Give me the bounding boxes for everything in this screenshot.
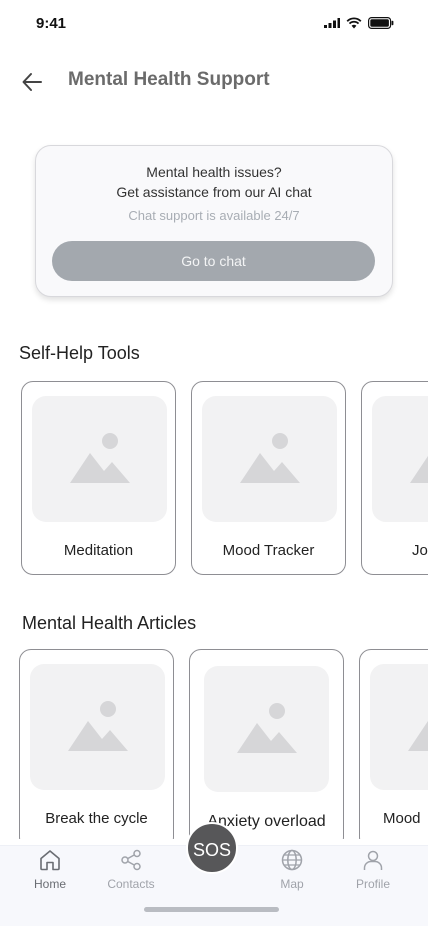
article-card-break-the-cycle[interactable]: Break the cycle <box>19 649 174 839</box>
article-card-mood[interactable]: Mood <box>359 649 428 839</box>
tool-card-label: Mood Tracker <box>222 542 315 559</box>
image-placeholder-icon <box>204 666 329 792</box>
tool-card-label: Jo <box>412 542 428 559</box>
articles-list[interactable]: Break the cycle Anxiety overload Mood <box>0 649 428 839</box>
nav-item-map[interactable]: Map <box>257 846 327 896</box>
page-title: Mental Health Support <box>68 69 270 90</box>
tool-card-mood-tracker[interactable]: Mood Tracker <box>191 381 346 575</box>
nav-label-profile: Profile <box>355 877 390 891</box>
status-icons <box>324 17 394 29</box>
share-icon <box>118 847 144 873</box>
nav-item-profile[interactable]: Profile <box>338 846 408 896</box>
battery-icon <box>368 17 394 29</box>
back-button[interactable] <box>18 68 46 96</box>
chat-card-question: Mental health issues? <box>146 164 282 180</box>
go-to-chat-button[interactable]: Go to chat <box>52 241 375 281</box>
home-icon <box>37 847 63 873</box>
tool-card-meditation[interactable]: Meditation <box>21 381 176 575</box>
status-time: 9:41 <box>36 15 67 32</box>
self-help-tools-list[interactable]: Meditation Mood Tracker Jo <box>0 381 428 577</box>
article-card-anxiety-overload[interactable]: Anxiety overload <box>189 649 344 839</box>
nav-label-home: Home <box>33 877 66 891</box>
arrow-left-icon <box>22 73 42 91</box>
nav-item-home[interactable]: Home <box>15 846 85 896</box>
status-bar: 9:41 <box>0 0 428 48</box>
article-card-label: Break the cycle <box>45 810 148 827</box>
image-placeholder-icon <box>370 664 428 790</box>
mental-health-articles-heading: Mental Health Articles <box>22 613 197 633</box>
sos-button[interactable]: SOS <box>186 822 238 874</box>
ai-chat-card: Mental health issues? Get assistance fro… <box>35 145 393 297</box>
nav-label-map: Map <box>280 877 304 891</box>
image-placeholder-icon <box>32 396 167 522</box>
globe-icon <box>279 847 305 873</box>
user-icon <box>360 847 386 873</box>
nav-label-contacts: Contacts <box>107 877 155 891</box>
tool-card-label: Meditation <box>63 542 134 559</box>
self-help-tools-heading: Self-Help Tools <box>19 343 140 363</box>
home-indicator <box>144 907 279 912</box>
image-placeholder-icon <box>30 664 165 790</box>
signal-icon <box>324 18 340 28</box>
tool-card-journal[interactable]: Jo <box>361 381 428 575</box>
chat-card-subtitle: Get assistance from our AI chat <box>116 184 312 200</box>
wifi-icon <box>346 17 362 29</box>
nav-item-contacts[interactable]: Contacts <box>96 846 166 896</box>
article-card-label: Mood <box>383 810 421 827</box>
chat-availability-text: Chat support is available 24/7 <box>128 208 300 223</box>
image-placeholder-icon <box>202 396 337 522</box>
header: Mental Health Support <box>0 56 428 106</box>
image-placeholder-icon <box>372 396 428 522</box>
